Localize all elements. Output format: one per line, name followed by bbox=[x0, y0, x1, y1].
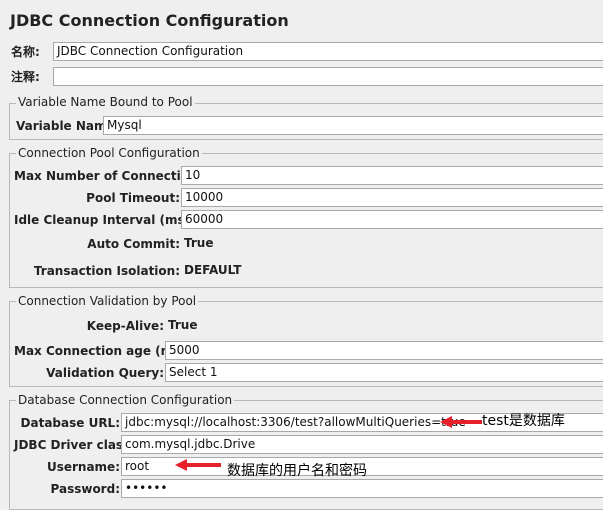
idle-cleanup-label: Idle Cleanup Interval (ms): bbox=[14, 213, 195, 227]
transaction-isolation-label: Transaction Isolation: bbox=[33, 264, 180, 278]
max-connections-field[interactable]: 10 bbox=[181, 166, 603, 185]
idle-cleanup-field[interactable]: 60000 bbox=[181, 210, 603, 229]
name-field[interactable]: JDBC Connection Configuration bbox=[53, 42, 603, 61]
max-connections-label: Max Number of Connections: bbox=[14, 169, 210, 183]
max-connection-age-field[interactable]: 5000 bbox=[165, 341, 603, 360]
jdbc-driver-label: JDBC Driver class: bbox=[14, 438, 136, 452]
transaction-isolation-select[interactable]: DEFAULT bbox=[184, 261, 242, 280]
max-connection-age-label: Max Connection age (ms): bbox=[14, 344, 191, 358]
validation-query-field[interactable]: Select 1 bbox=[165, 363, 603, 382]
variable-name-field[interactable]: Mysql bbox=[103, 116, 603, 135]
auto-commit-label: Auto Commit: bbox=[87, 237, 180, 251]
name-label: 名称: bbox=[11, 45, 40, 59]
pool-timeout-label: Pool Timeout: bbox=[86, 191, 180, 205]
username-arrow-icon bbox=[175, 459, 221, 471]
database-url-label: Database URL: bbox=[20, 416, 120, 430]
keep-alive-select[interactable]: True bbox=[168, 316, 197, 335]
password-field[interactable]: •••••• bbox=[121, 479, 603, 498]
username-label: Username: bbox=[46, 460, 120, 474]
auto-commit-select[interactable]: True bbox=[184, 234, 213, 253]
variable-section-legend: Variable Name Bound to Pool bbox=[16, 95, 195, 109]
page-title: JDBC Connection Configuration bbox=[10, 11, 289, 30]
username-annotation: 数据库的用户名和密码 bbox=[227, 463, 367, 479]
jdbc-driver-field[interactable]: com.mysql.jdbc.Drive bbox=[121, 435, 603, 454]
comment-label: 注释: bbox=[11, 70, 40, 84]
database-section-legend: Database Connection Configuration bbox=[16, 393, 235, 407]
url-annotation: test是数据库 bbox=[482, 413, 565, 429]
password-label: Password: bbox=[50, 482, 121, 496]
keep-alive-label: Keep-Alive: bbox=[86, 319, 164, 333]
validation-query-label: Validation Query: bbox=[46, 366, 164, 380]
url-arrow-icon bbox=[440, 416, 482, 428]
comment-field[interactable] bbox=[53, 67, 603, 86]
validation-section-legend: Connection Validation by Pool bbox=[16, 294, 199, 308]
pool-section-legend: Connection Pool Configuration bbox=[16, 146, 202, 160]
pool-timeout-field[interactable]: 10000 bbox=[181, 188, 603, 207]
